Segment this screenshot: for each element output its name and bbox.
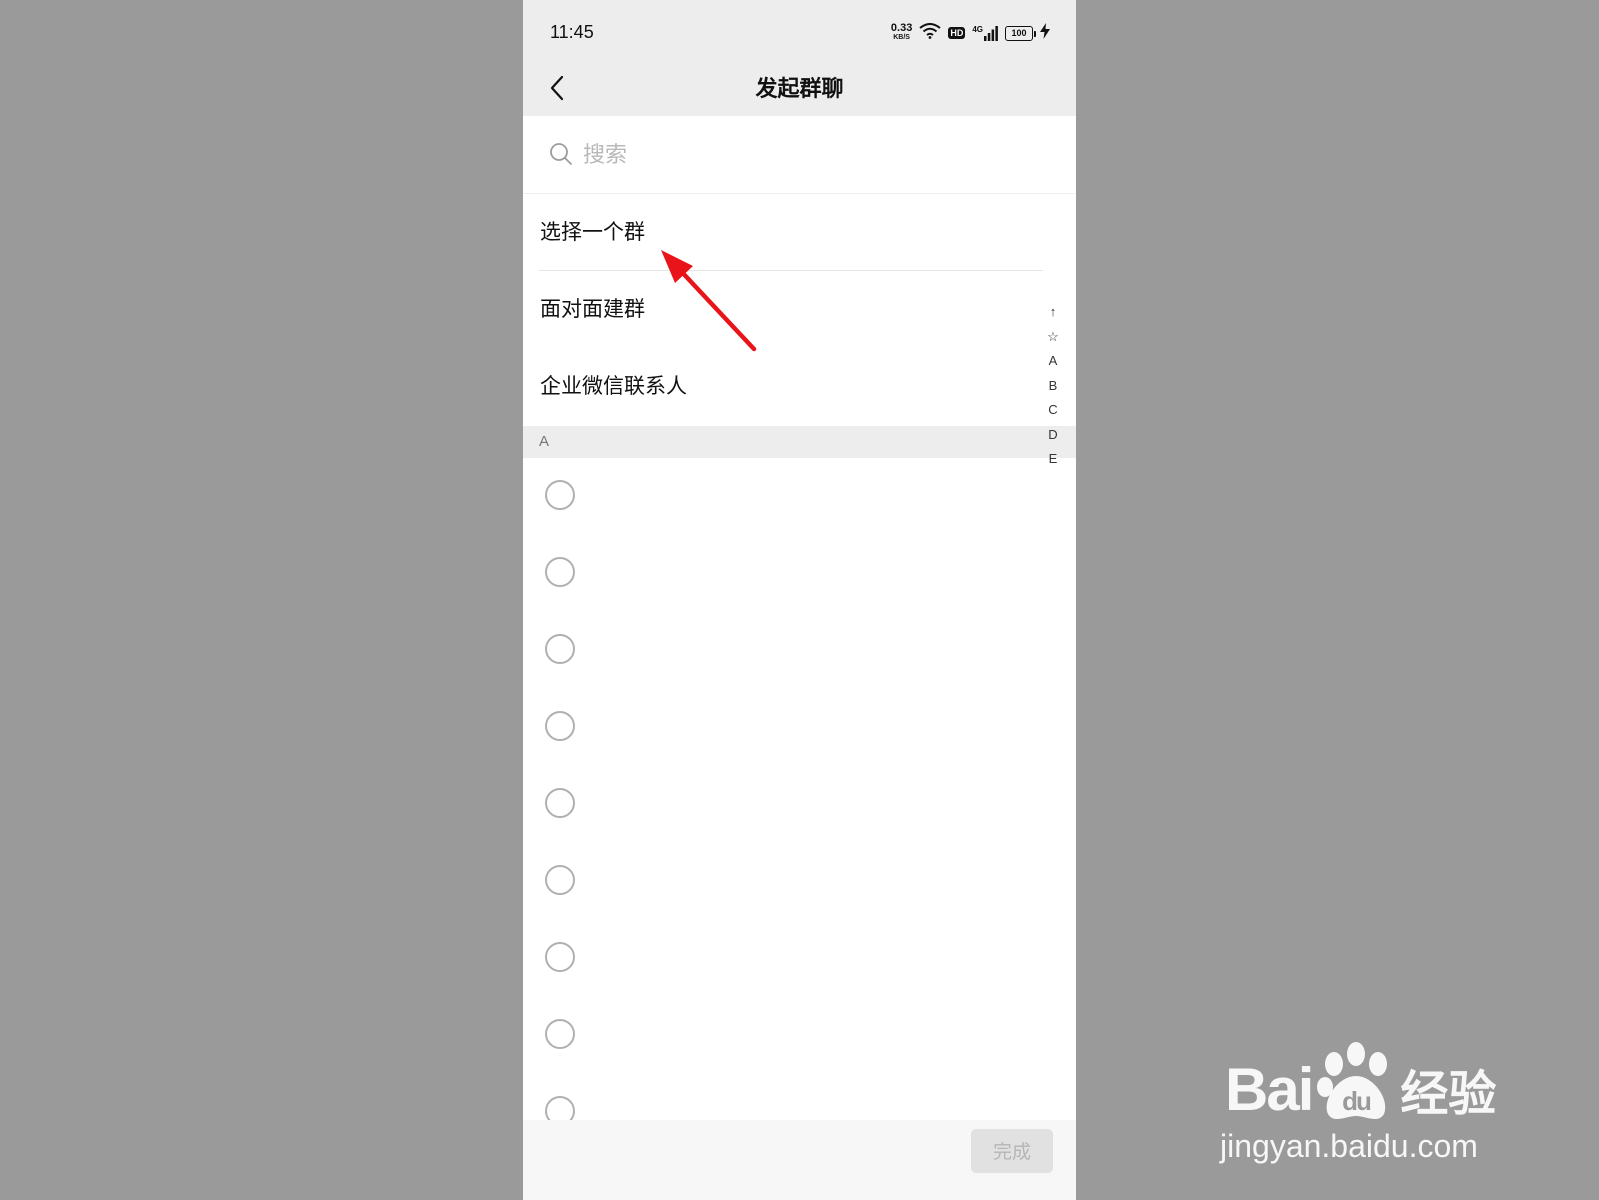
menu-item-face-to-face[interactable]: 面对面建群	[523, 271, 1076, 348]
contact-row[interactable]	[523, 997, 1076, 1074]
index-letter[interactable]: C	[1048, 398, 1057, 423]
select-checkbox[interactable]	[545, 634, 575, 664]
select-checkbox[interactable]	[545, 557, 575, 587]
select-checkbox[interactable]	[545, 788, 575, 818]
contact-row[interactable]	[523, 535, 1076, 612]
select-checkbox[interactable]	[545, 1019, 575, 1049]
signal-icon: 4G	[972, 25, 998, 41]
search-icon	[549, 142, 573, 170]
index-letter[interactable]: D	[1048, 423, 1057, 448]
section-header-a: A	[523, 426, 1076, 458]
done-button[interactable]: 完成	[971, 1129, 1053, 1173]
section-letter: A	[539, 433, 550, 450]
battery-icon: 100	[1005, 25, 1036, 41]
network-speed-unit: KB/S	[893, 34, 910, 41]
svg-text:du: du	[1342, 1086, 1371, 1116]
wifi-icon	[919, 23, 941, 43]
bottom-action-bar: 完成	[523, 1120, 1076, 1200]
watermark-url: jingyan.baidu.com	[1220, 1128, 1478, 1164]
network-speed-value: 0.33	[890, 22, 913, 34]
menu-item-wecom-contacts[interactable]: 企业微信联系人	[523, 348, 1076, 425]
phone-screen: 11:45 0.33 KB/S HD 4G 100 发起群聊 搜索 选择一个群 …	[523, 0, 1076, 1200]
search-bar[interactable]	[523, 116, 1076, 194]
jingyan-logo-text: 经验	[1400, 1066, 1497, 1122]
contact-row[interactable]	[523, 689, 1076, 766]
alphabet-index-bar[interactable]: ↑ ☆ A B C D E	[1043, 300, 1063, 472]
hd-icon: HD	[948, 27, 966, 39]
menu-item-select-group[interactable]: 选择一个群	[523, 194, 1076, 271]
index-star[interactable]: ☆	[1047, 325, 1059, 350]
charging-icon	[1040, 23, 1050, 43]
contact-row[interactable]	[523, 766, 1076, 843]
baidu-logo-text: Bai	[1225, 1055, 1314, 1123]
title-bar: 发起群聊	[523, 62, 1076, 116]
network-type: 4G	[972, 25, 983, 34]
select-checkbox[interactable]	[545, 480, 575, 510]
select-checkbox[interactable]	[545, 711, 575, 741]
contact-row[interactable]	[523, 612, 1076, 689]
status-time: 11:45	[550, 22, 594, 42]
index-letter[interactable]: A	[1049, 349, 1058, 374]
contact-row[interactable]	[523, 920, 1076, 997]
baidu-logo: Bai du 经验	[1225, 1040, 1496, 1138]
search-input[interactable]	[581, 137, 1025, 173]
baidu-jingyan-watermark: Bai du 经验 jingyan.baidu.com	[1220, 1030, 1525, 1170]
select-checkbox[interactable]	[545, 942, 575, 972]
menu-item-label: 面对面建群	[540, 297, 645, 321]
contact-row[interactable]	[523, 843, 1076, 920]
index-letter[interactable]: B	[1049, 374, 1058, 399]
index-top-arrow[interactable]: ↑	[1050, 300, 1057, 325]
paw-icon: du	[1314, 1040, 1398, 1138]
network-speed: 0.33 KB/S	[890, 22, 913, 42]
status-icons: 0.33 KB/S HD 4G 100	[891, 22, 1050, 44]
select-checkbox[interactable]	[545, 865, 575, 895]
menu-item-label: 选择一个群	[540, 220, 645, 244]
contact-row[interactable]	[523, 458, 1076, 535]
menu-item-label: 企业微信联系人	[540, 374, 687, 398]
status-bar: 11:45 0.33 KB/S HD 4G 100	[523, 0, 1076, 62]
index-letter[interactable]: E	[1049, 447, 1058, 472]
page-title: 发起群聊	[755, 77, 844, 102]
